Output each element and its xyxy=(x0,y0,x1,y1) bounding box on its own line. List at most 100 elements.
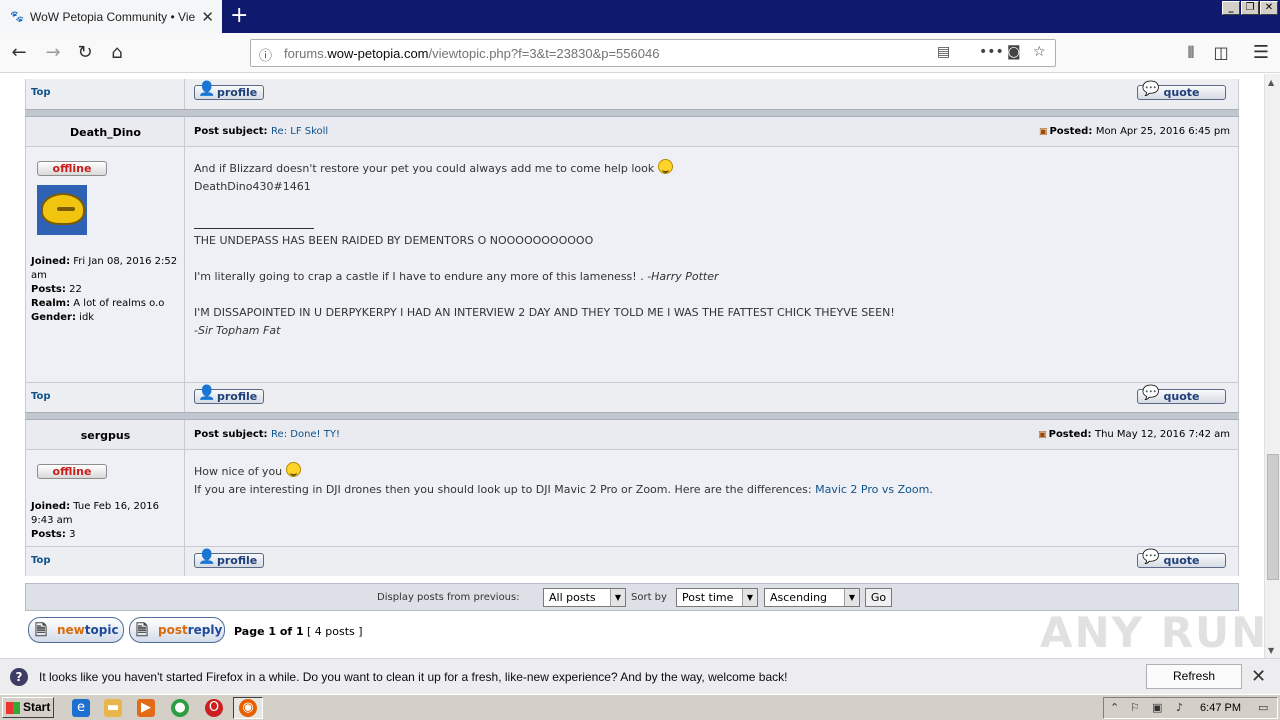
top-link[interactable]: Top xyxy=(31,555,51,566)
top-link[interactable]: Top xyxy=(31,87,51,98)
sort-by-select[interactable]: Post time ▼ xyxy=(676,588,758,607)
forward-arrow-icon[interactable]: → xyxy=(40,41,66,65)
ie-icon[interactable]: e xyxy=(72,699,90,717)
document-icon: 🗎 xyxy=(35,621,48,639)
close-notification-icon[interactable]: ✕ xyxy=(1251,666,1266,687)
gender-value: idk xyxy=(79,312,95,323)
post-reply-label-b: reply xyxy=(187,623,223,637)
post-count: [ 4 posts ] xyxy=(307,625,363,638)
post-author[interactable]: Death_Dino xyxy=(26,126,185,139)
quote-button[interactable]: 💬 quote xyxy=(1137,549,1226,568)
close-tab-icon[interactable]: ✕ xyxy=(201,8,214,26)
user-icon: 👤 xyxy=(198,385,216,401)
quote-label: quote xyxy=(1163,86,1200,99)
new-tab-plus-icon[interactable]: + xyxy=(230,4,248,28)
profile-button[interactable]: 👤 profile xyxy=(194,385,264,404)
maximize-icon[interactable]: ❐ xyxy=(1241,1,1259,15)
post-line: If you are interesting in DJI drones the… xyxy=(194,483,812,496)
reader-view-icon[interactable]: ▤ xyxy=(937,44,950,60)
clock[interactable]: 6:47 PM xyxy=(1200,702,1241,714)
display-posts-value: All posts xyxy=(549,591,596,604)
start-button[interactable]: Start xyxy=(2,697,54,718)
posted-value: Thu May 12, 2016 7:42 am xyxy=(1094,429,1230,440)
quote-label: quote xyxy=(1163,554,1200,567)
scroll-down-icon[interactable]: ▼ xyxy=(1268,646,1274,655)
browser-tab[interactable]: 🐾 WoW Petopia Community • View to ✕ xyxy=(0,0,222,33)
reload-icon[interactable]: ↻ xyxy=(72,41,98,65)
refresh-firefox-button[interactable]: Refresh Firefox… xyxy=(1146,664,1242,706)
post-subject-link[interactable]: Re: Done! TY! xyxy=(271,429,340,440)
post-icon[interactable]: ▣ xyxy=(1039,127,1048,137)
post-footer-row: Top 👤 profile 💬 quote xyxy=(25,546,1239,576)
posts-value: 22 xyxy=(69,284,82,295)
post-content: And if Blizzard doesn't restore your pet… xyxy=(186,147,1238,383)
opera-icon[interactable]: O xyxy=(205,699,223,717)
display-options-bar: Display posts from previous: All posts ▼ … xyxy=(25,583,1239,611)
post-author[interactable]: sergpus xyxy=(26,429,185,442)
post-subject-link[interactable]: Re: LF Skoll xyxy=(271,126,328,137)
folder-icon[interactable]: ▬ xyxy=(104,699,122,717)
new-topic-button[interactable]: 🗎 newtopic xyxy=(28,617,124,643)
post-separator xyxy=(25,412,1239,420)
go-button[interactable]: Go xyxy=(865,588,892,607)
post-footer-row: Top 👤 profile 💬 quote xyxy=(25,79,1239,109)
menu-hamburger-icon[interactable]: ☰ xyxy=(1248,41,1274,65)
mavic-comparison-link[interactable]: Mavic 2 Pro vs Zoom xyxy=(815,483,929,496)
close-window-icon[interactable]: ✕ xyxy=(1260,1,1278,15)
scrollbar-thumb[interactable] xyxy=(1267,454,1279,580)
chrome-icon[interactable]: ● xyxy=(171,699,189,717)
network-icon[interactable]: ▣ xyxy=(1152,701,1162,714)
joined-label: Joined: xyxy=(31,256,71,267)
speech-bubble-icon: 💬 xyxy=(1142,549,1160,565)
post-reply-button[interactable]: 🗎 postreply xyxy=(129,617,225,643)
sidebar-icon[interactable]: ◫ xyxy=(1208,41,1234,65)
post-body-row: offline Joined: Tue Feb 16, 2016 9:43 am… xyxy=(25,450,1239,546)
minimize-icon[interactable]: _ xyxy=(1222,1,1240,15)
navigation-toolbar: ← → ↻ ⌂ ⓘ forums.wow-petopia.com/viewtop… xyxy=(0,33,1280,73)
posted-label: Posted: xyxy=(1048,429,1092,440)
post-text: And if Blizzard doesn't restore your pet… xyxy=(194,159,673,196)
profile-button[interactable]: 👤 profile xyxy=(194,550,264,568)
sort-order-value: Ascending xyxy=(770,591,828,604)
tray-expand-icon[interactable]: ⌃ xyxy=(1110,701,1119,714)
top-link[interactable]: Top xyxy=(31,391,51,402)
url-text[interactable]: forums.wow-petopia.com/viewtopic.php?f=3… xyxy=(284,46,659,61)
profile-button[interactable]: 👤 profile xyxy=(194,82,264,100)
new-topic-label-b: topic xyxy=(84,623,119,637)
page-actions-icon[interactable]: ••• xyxy=(979,44,1004,60)
show-desktop-icon[interactable]: ▭ xyxy=(1258,701,1268,714)
sort-by-label: Sort by xyxy=(631,592,667,603)
joined-label: Joined: xyxy=(31,501,71,512)
post-line-suffix: . xyxy=(929,483,933,496)
firefox-taskbar-button[interactable]: ◉ xyxy=(233,697,263,719)
display-posts-label: Display posts from previous: xyxy=(377,592,520,603)
site-info-icon[interactable]: ⓘ xyxy=(259,45,272,64)
vertical-scrollbar[interactable]: ▲ ▼ xyxy=(1264,74,1280,658)
media-player-icon[interactable]: ▶ xyxy=(137,699,155,717)
posted-label: Posted: xyxy=(1049,126,1093,137)
posts-value: 3 xyxy=(69,529,76,540)
back-arrow-icon[interactable]: ← xyxy=(6,41,32,65)
address-bar[interactable]: ⓘ forums.wow-petopia.com/viewtopic.php?f… xyxy=(250,39,1056,67)
scroll-up-icon[interactable]: ▲ xyxy=(1268,78,1274,87)
quote-button[interactable]: 💬 quote xyxy=(1137,386,1226,404)
quote-button[interactable]: 💬 quote xyxy=(1137,82,1226,100)
pocket-icon[interactable]: ◙ xyxy=(1007,44,1021,60)
volume-icon[interactable]: ♪ xyxy=(1176,701,1183,714)
author-profile: offline Joined: Fri Jan 08, 2016 2:52 am… xyxy=(26,147,185,383)
signature-attribution: -Harry Potter xyxy=(647,270,719,283)
page-number: Page 1 of 1 xyxy=(234,625,304,638)
grin-smiley-icon xyxy=(657,159,673,174)
post-icon[interactable]: ▣ xyxy=(1038,430,1047,440)
flag-icon[interactable]: ⚐ xyxy=(1130,701,1140,714)
home-icon[interactable]: ⌂ xyxy=(104,41,130,65)
windows-taskbar: Start e ▬ ▶ ● O ◉ ⌃ ⚐ ▣ ♪ 6:47 PM ▭ xyxy=(0,694,1280,720)
start-label: Start xyxy=(23,700,51,714)
post-line: And if Blizzard doesn't restore your pet… xyxy=(194,162,655,175)
gender-label: Gender: xyxy=(31,312,76,323)
bookmark-star-icon[interactable]: ☆ xyxy=(1033,44,1046,60)
display-posts-select[interactable]: All posts ▼ xyxy=(543,588,626,607)
sort-order-select[interactable]: Ascending ▼ xyxy=(764,588,860,607)
author-profile: offline Joined: Tue Feb 16, 2016 9:43 am… xyxy=(26,450,185,546)
library-icon[interactable]: ⫴ xyxy=(1178,41,1204,65)
